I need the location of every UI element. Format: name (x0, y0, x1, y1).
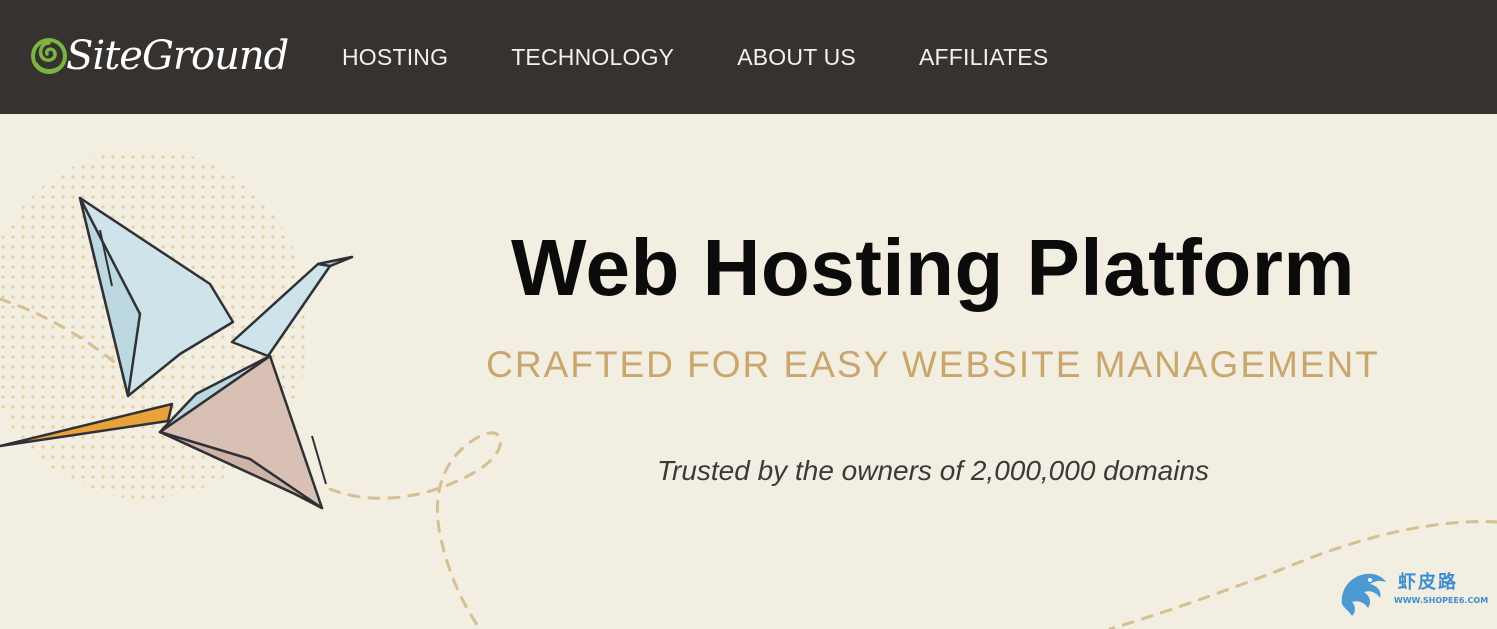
watermark-text: 虾皮路 (1398, 572, 1458, 593)
logo-link[interactable]: SiteGround (30, 30, 289, 82)
logo-text: SiteGround (66, 33, 289, 79)
site-header: SiteGround HOSTING TECHNOLOGY ABOUT US A… (0, 0, 1497, 114)
dragon-icon (1341, 573, 1386, 616)
watermark: 虾皮路 WWW.SHOPEE6.COM (1336, 564, 1489, 624)
main-nav: HOSTING TECHNOLOGY ABOUT US AFFILIATES (342, 0, 1111, 114)
nav-item-about-us[interactable]: ABOUT US (737, 44, 856, 71)
hero-section: Web Hosting Platform CRAFTED FOR EASY WE… (0, 114, 1497, 629)
page: SiteGround HOSTING TECHNOLOGY ABOUT US A… (0, 0, 1497, 629)
watermark-url: WWW.SHOPEE6.COM (1394, 596, 1489, 605)
hero-title: Web Hosting Platform (510, 223, 1356, 312)
hero-subtitle: CRAFTED FOR EASY WEBSITE MANAGEMENT (486, 344, 1380, 385)
nav-item-hosting[interactable]: HOSTING (342, 44, 448, 71)
nav-item-affiliates[interactable]: AFFILIATES (919, 44, 1048, 71)
hero-trusted-text: Trusted by the owners of 2,000,000 domai… (656, 455, 1210, 486)
nav-item-technology[interactable]: TECHNOLOGY (511, 44, 674, 71)
siteground-spiral-icon (31, 38, 67, 74)
